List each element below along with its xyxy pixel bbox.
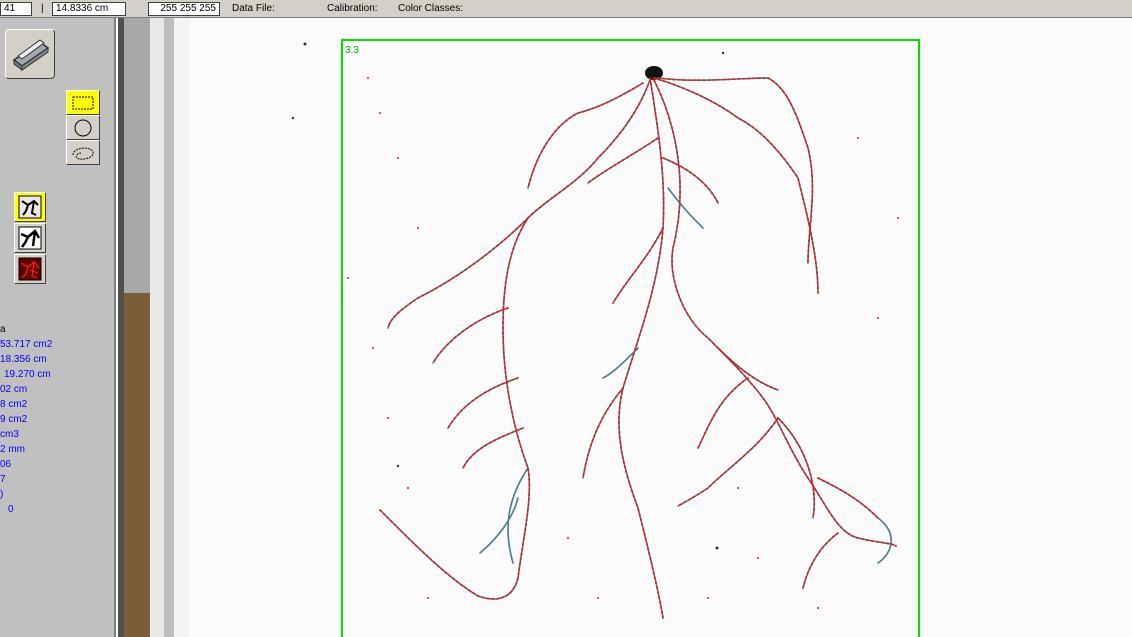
root-binary-button[interactable] [14,223,46,253]
debris-dots [291,42,725,550]
root-scan-image[interactable]: 3.3 [118,18,1132,637]
tray-rail-mid [164,18,174,637]
root-system [379,77,897,619]
stat-volume: cm3 [0,429,19,440]
status-field-index: 41 [0,2,32,16]
scan-image-area[interactable]: 3.3 [118,18,1132,637]
scanner-icon [12,39,50,71]
stat-area-3: 9 cm2 [0,414,28,425]
stat-area: 53.717 cm2 [0,339,53,350]
stat-length-2: 19.270 cm [4,369,51,380]
tray-rail-light [150,18,164,637]
stat-zero: 0 [8,504,14,515]
stat-header: a [0,324,6,335]
stat-forks: 7 [0,474,6,485]
root-skeleton-button[interactable] [14,192,46,222]
data-file-label: Data File: [232,3,275,14]
lasso-select-icon [72,147,94,160]
stat-avg-diameter: 2 mm [0,444,25,455]
tray-rail-wood [124,293,150,637]
root-binary-icon [18,226,42,250]
ellipse-select-icon [74,119,92,136]
status-separator: | [41,3,44,14]
analysis-region-label: 3.3 [345,45,359,56]
scanner-button[interactable] [5,29,55,79]
status-bar: 41 | 14.8336 cm 255 255 255 Data File: C… [0,0,1132,18]
stat-crossings: ) [0,489,4,500]
status-field-length: 14.8336 cm [52,2,126,16]
stat-length: 18.356 cm [0,354,47,365]
tray-rail-upper [124,18,150,293]
stat-area-2: 8 cm2 [0,399,28,410]
ellipse-select-button[interactable] [66,115,100,140]
stat-tips: 06 [0,459,12,470]
tray-rail-edge [174,18,190,637]
root-skeleton-icon [18,195,42,219]
rectangle-select-icon [72,96,94,109]
speckle-noise [347,77,899,609]
calibration-label: Calibration: [327,3,378,14]
root-base-strokes [379,77,897,619]
stat-diameter: 02 cm [0,384,28,395]
analysis-region-box[interactable] [341,39,920,637]
root-overlay-icon [18,257,42,281]
status-field-rgb: 255 255 255 [148,2,220,16]
tool-panel: a 53.717 cm2 18.356 cm 19.270 cm 02 cm 8… [0,18,116,637]
color-classes-label: Color Classes: [398,3,464,14]
lasso-select-button[interactable] [66,140,100,165]
rectangle-select-button[interactable] [66,90,100,115]
root-overlay-button[interactable] [14,254,46,284]
